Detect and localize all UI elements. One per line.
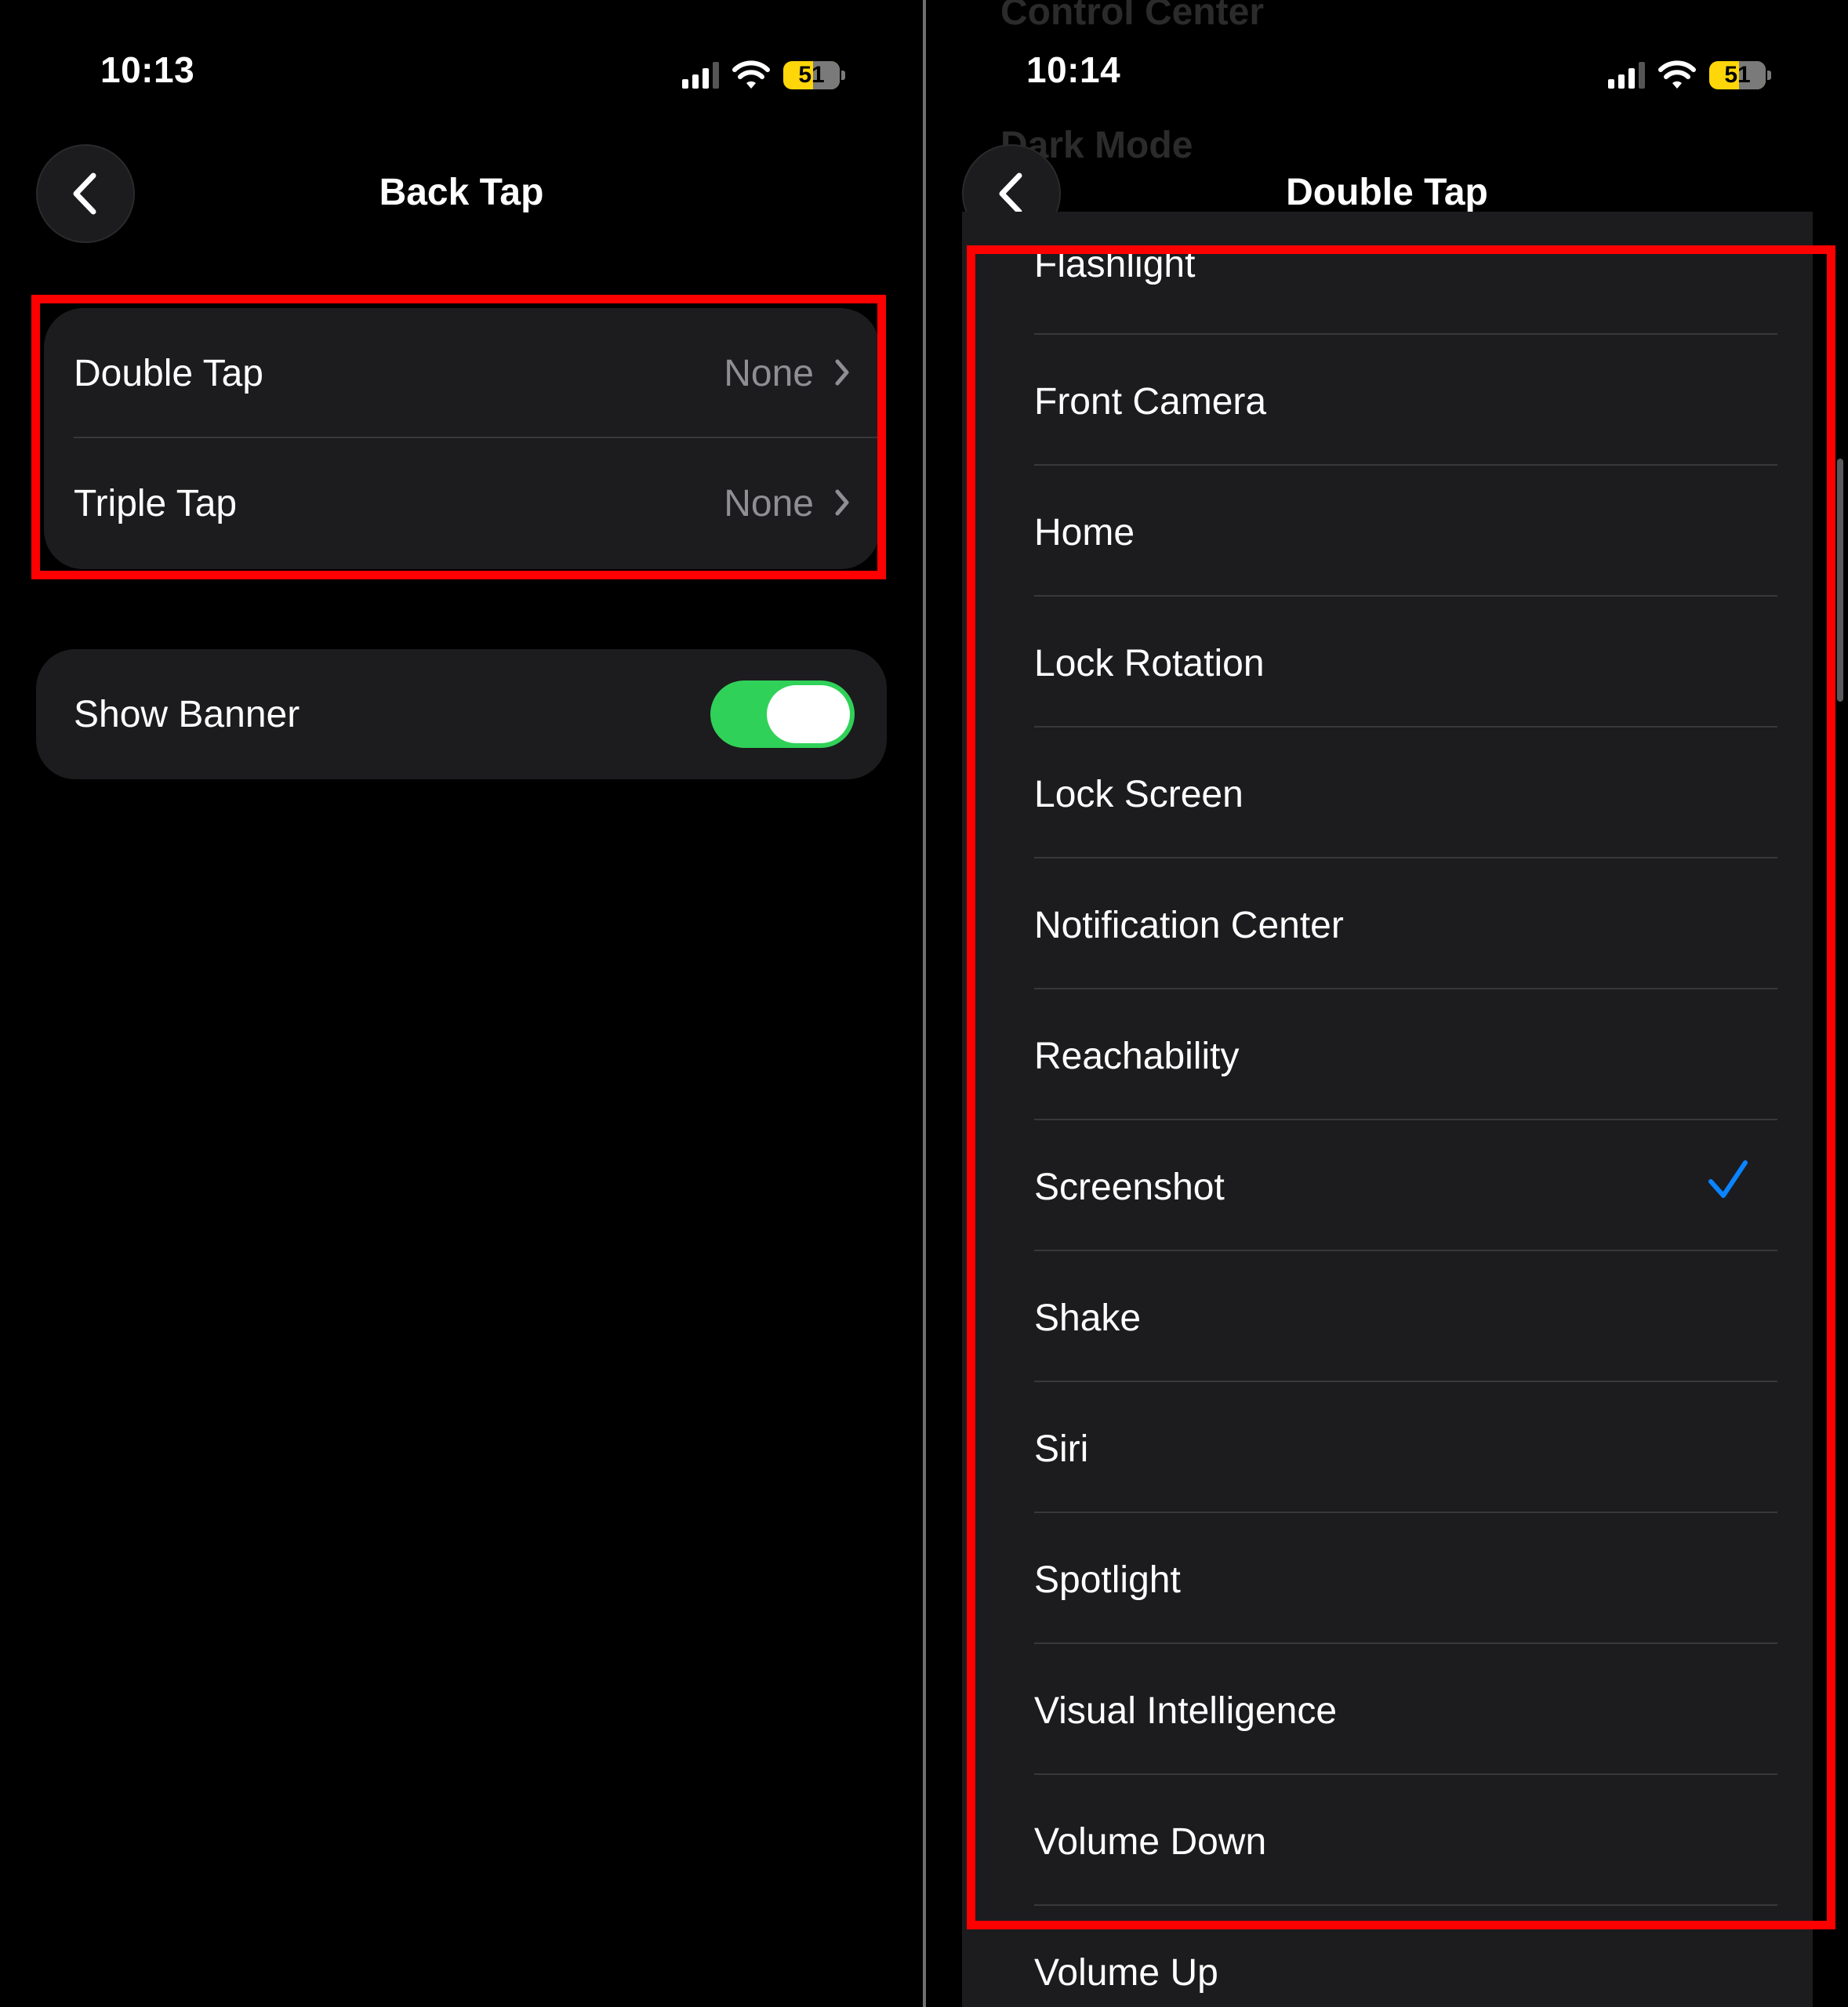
list-item-shake[interactable]: Shake xyxy=(962,1251,1813,1382)
option-label: Lock Rotation xyxy=(1034,643,1265,684)
list-item-home[interactable]: Home xyxy=(962,466,1813,597)
row-label: Triple Tap xyxy=(74,482,238,524)
show-banner-toggle[interactable] xyxy=(710,680,855,748)
status-time: 10:13 xyxy=(100,49,195,90)
status-icons: 51 xyxy=(1608,56,1771,94)
list-item-notification-center[interactable]: Notification Center xyxy=(962,858,1813,989)
option-label: Notification Center xyxy=(1034,905,1344,946)
banner-group: Show Banner xyxy=(36,649,887,779)
list-item-lock-rotation[interactable]: Lock Rotation xyxy=(962,597,1813,728)
toggle-knob xyxy=(767,685,850,743)
option-label: Screenshot xyxy=(1034,1167,1225,1208)
tap-options-group: Double Tap None Triple Tap None xyxy=(44,308,880,569)
status-icons: 51 xyxy=(682,56,845,94)
status-time: 10:14 xyxy=(1026,49,1121,90)
option-label: Lock Screen xyxy=(1034,774,1243,815)
wifi-icon xyxy=(732,60,770,89)
option-label: Front Camera xyxy=(1034,381,1267,423)
list-item-front-camera[interactable]: Front Camera xyxy=(962,335,1813,466)
page-title: Back Tap xyxy=(379,172,544,213)
option-label: Flashlight xyxy=(1034,244,1196,285)
list-item-spotlight[interactable]: Spotlight xyxy=(962,1513,1813,1644)
chevron-right-icon xyxy=(835,359,849,386)
battery-level: 51 xyxy=(1724,62,1751,88)
option-label: Volume Up xyxy=(1034,1952,1218,1994)
row-value: None xyxy=(724,482,814,524)
checkmark-icon xyxy=(1708,1160,1748,1198)
option-label: Spotlight xyxy=(1034,1559,1181,1601)
row-label: Show Banner xyxy=(74,693,300,735)
list-item-screenshot[interactable]: Screenshot xyxy=(962,1120,1813,1251)
triple-tap-row[interactable]: Triple Tap None xyxy=(44,438,880,568)
list-item-reachability[interactable]: Reachability xyxy=(962,989,1813,1120)
chevron-right-icon xyxy=(835,489,849,516)
options-list: Flashlight Front Camera Home Lock Rotati… xyxy=(962,212,1813,2007)
list-item-visual-intelligence[interactable]: Visual Intelligence xyxy=(962,1644,1813,1775)
battery-icon: 51 xyxy=(783,61,845,89)
back-tap-screen: 10:13 51 Back Tap Double Tap None Triple… xyxy=(0,0,923,2007)
list-item-volume-up[interactable]: Volume Up xyxy=(962,1906,1813,2007)
option-label: Shake xyxy=(1034,1297,1142,1339)
option-label: Home xyxy=(1034,512,1135,553)
option-label: Siri xyxy=(1034,1428,1089,1470)
list-item-siri[interactable]: Siri xyxy=(962,1382,1813,1513)
wifi-icon xyxy=(1658,60,1696,89)
option-label: Reachability xyxy=(1034,1036,1240,1077)
row-label: Double Tap xyxy=(74,352,263,394)
list-item-volume-down[interactable]: Volume Down xyxy=(962,1775,1813,1906)
double-tap-row[interactable]: Double Tap None xyxy=(44,308,880,438)
battery-level: 51 xyxy=(798,62,825,88)
list-item-flashlight[interactable]: Flashlight xyxy=(962,212,1813,335)
page-title: Double Tap xyxy=(1286,172,1488,213)
ghost-text: Control Center xyxy=(1000,0,1264,33)
signal-icon xyxy=(682,62,719,89)
option-label: Visual Intelligence xyxy=(1034,1690,1338,1732)
option-label: Volume Down xyxy=(1034,1821,1267,1863)
double-tap-screen: Control Center Dark Mode 10:14 51 Double… xyxy=(926,0,1848,2007)
scroll-indicator[interactable] xyxy=(1837,459,1843,702)
battery-icon: 51 xyxy=(1709,61,1771,89)
row-value: None xyxy=(724,352,814,394)
signal-icon xyxy=(1608,62,1645,89)
list-item-lock-screen[interactable]: Lock Screen xyxy=(962,728,1813,858)
